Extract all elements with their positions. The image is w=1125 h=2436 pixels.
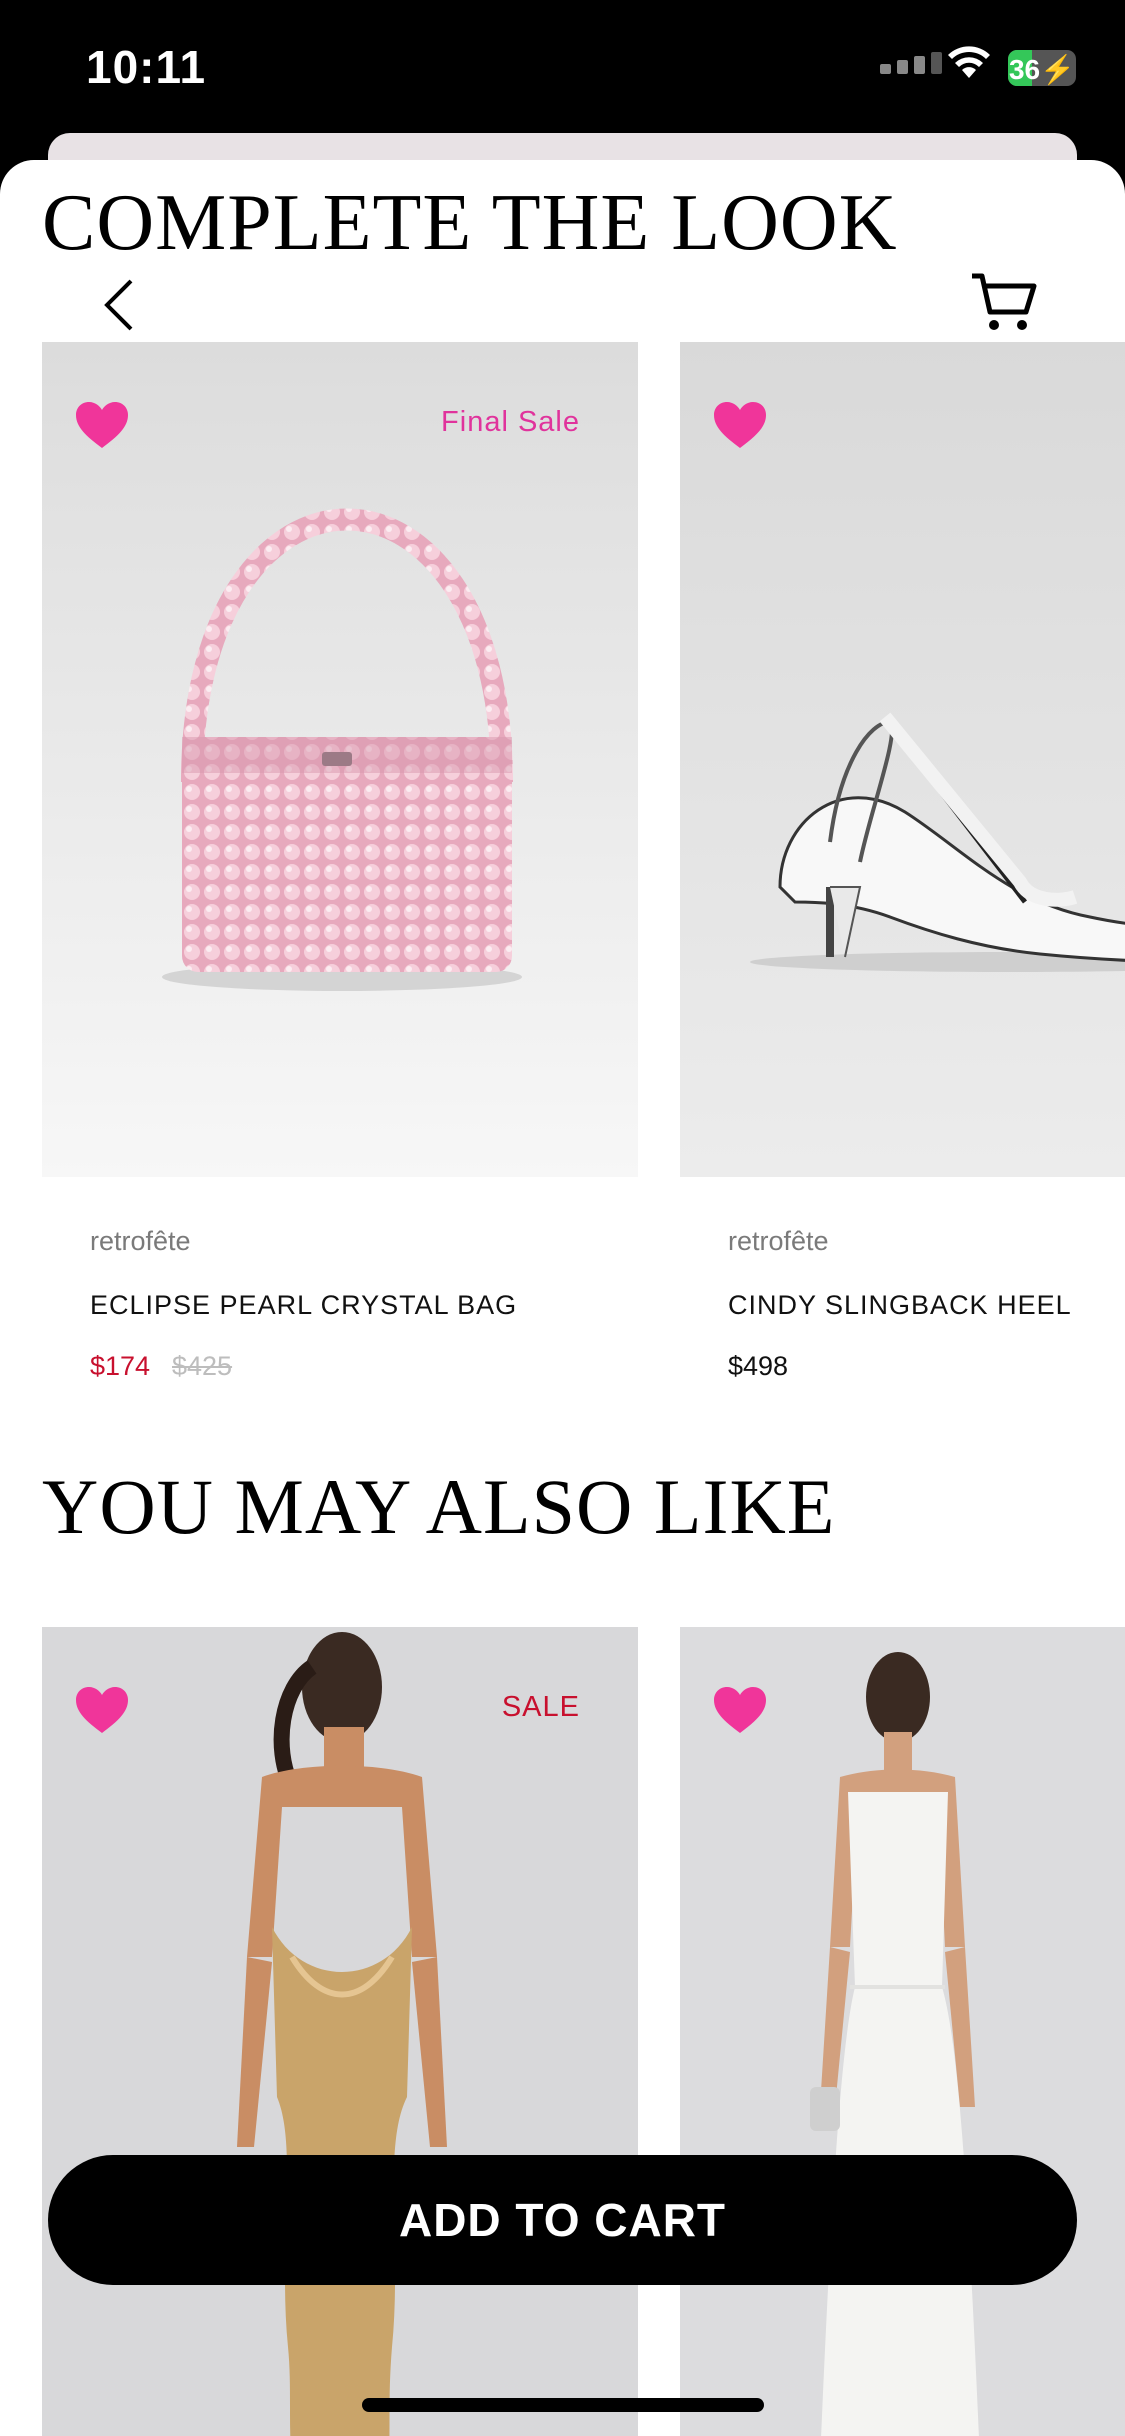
final-sale-badge: Final Sale [441, 406, 580, 438]
product-name[interactable]: ECLIPSE PEARL CRYSTAL BAG [90, 1290, 517, 1321]
section-title-complete-the-look: COMPLETE THE LOOK [42, 179, 898, 267]
wifi-icon [948, 46, 990, 78]
product-image-white-dress[interactable] [680, 1627, 1125, 2436]
heart-icon[interactable] [74, 1685, 130, 1735]
heart-icon[interactable] [74, 400, 130, 450]
status-bar: 10:11 36⚡ [0, 0, 1125, 135]
product-original-price: $425 [172, 1351, 233, 1381]
sale-badge: SALE [501, 1691, 580, 1723]
battery-icon: 36⚡ [1008, 50, 1076, 86]
product-price: $498 [728, 1351, 789, 1381]
cart-icon[interactable] [970, 272, 1038, 334]
heart-icon[interactable] [712, 1685, 768, 1735]
add-to-cart-button[interactable]: ADD TO CART [48, 2155, 1077, 2285]
section-title-you-may-also-like: YOU MAY ALSO LIKE [42, 1463, 836, 1550]
product-image-bag[interactable] [42, 342, 638, 1177]
product-name[interactable]: CINDY SLINGBACK HEEL [728, 1290, 1072, 1321]
cellular-signal-icon [880, 52, 942, 74]
back-chevron-icon[interactable] [95, 275, 145, 335]
home-indicator [362, 2398, 764, 2412]
product-image-heel[interactable] [680, 342, 1125, 1177]
heart-icon[interactable] [712, 400, 768, 450]
battery-percent: 36 [1008, 54, 1041, 85]
complete-the-look-sheet: COMPLETE THE LOOK Final Sale retrofête E… [0, 160, 1125, 2436]
status-time: 10:11 [86, 41, 207, 93]
product-brand: retrofête [728, 1226, 829, 1256]
product-brand: retrofête [90, 1226, 191, 1256]
product-image-gold-dress[interactable] [42, 1627, 638, 2436]
product-sale-price: $174 [90, 1351, 151, 1381]
